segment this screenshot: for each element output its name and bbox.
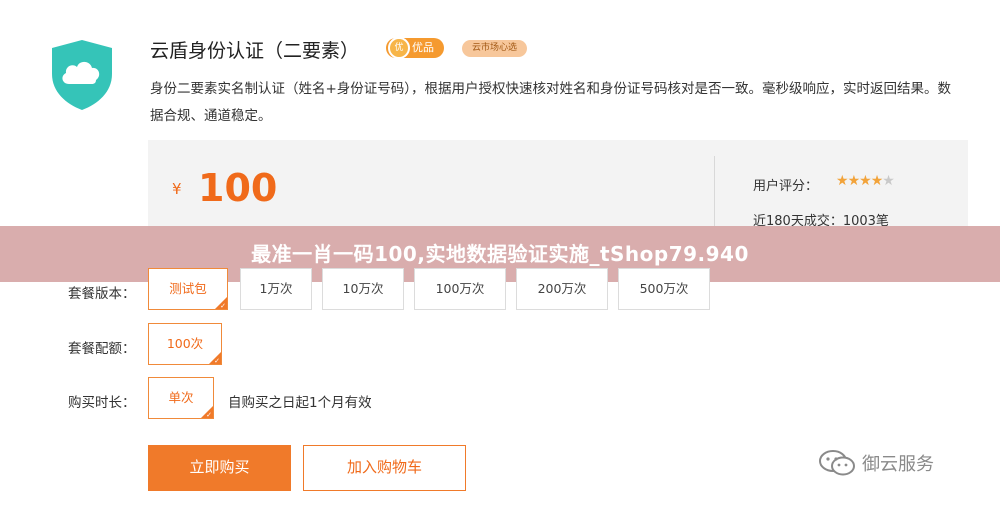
- buy-now-button[interactable]: 立即购买: [148, 445, 291, 491]
- wechat-account-name: 御云服务: [862, 454, 934, 475]
- star-icon: ★: [847, 173, 861, 189]
- price-panel: ¥ 100 用户评分： ★★★★★ 近180天成交：1003笔: [148, 140, 968, 230]
- star-icon: ★: [882, 173, 895, 189]
- quality-seal-icon: 优: [388, 37, 410, 59]
- rating-stars: ★★★★★: [836, 173, 895, 189]
- version-option-1m[interactable]: 100万次: [414, 268, 506, 310]
- shield-cloud-icon: [52, 40, 112, 110]
- panel-divider: [714, 156, 715, 226]
- version-option-trial[interactable]: 测试包: [148, 268, 228, 310]
- quota-label: 套餐配额：: [68, 341, 136, 357]
- quota-option[interactable]: 100次: [148, 323, 222, 365]
- quality-badge-label: 优品: [412, 41, 434, 54]
- duration-label: 购买时长：: [68, 395, 136, 411]
- product-description: 身份二要素实名制认证（姓名+身份证号码），根据用户授权快速核对姓名和身份证号码核…: [150, 81, 952, 124]
- wechat-icon: [819, 450, 855, 476]
- wechat-watermark: 御云服务: [818, 446, 934, 480]
- market-pick-badge: 云市场心选: [462, 40, 528, 57]
- validity-text: 自购买之日起1个月有效: [228, 395, 372, 411]
- version-option-100k[interactable]: 10万次: [322, 268, 404, 310]
- version-option-10k[interactable]: 1万次: [240, 268, 312, 310]
- product-title: 云盾身份认证（二要素）: [150, 40, 360, 62]
- version-option-2m[interactable]: 200万次: [516, 268, 608, 310]
- product-logo: [48, 38, 116, 112]
- add-to-cart-button[interactable]: 加入购物车: [303, 445, 466, 491]
- duration-option[interactable]: 单次: [148, 377, 214, 419]
- quality-badge: 优 优品: [386, 37, 444, 59]
- star-icon: ★: [859, 173, 872, 189]
- star-icon: ★: [870, 173, 884, 189]
- star-icon: ★: [836, 173, 849, 189]
- rating-label: 用户评分：: [753, 179, 819, 194]
- price-amount: 100: [198, 166, 278, 210]
- version-label: 套餐版本：: [68, 286, 136, 302]
- version-option-5m[interactable]: 500万次: [618, 268, 710, 310]
- currency-symbol: ¥: [172, 180, 182, 198]
